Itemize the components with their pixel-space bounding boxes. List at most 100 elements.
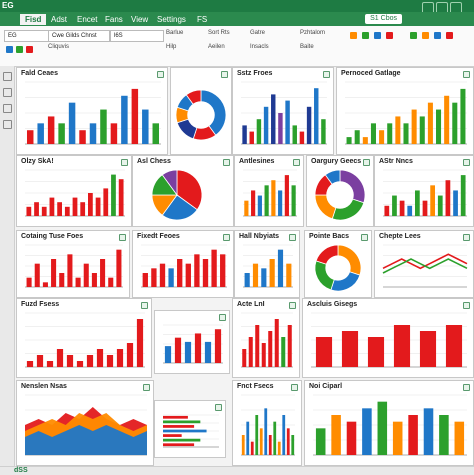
chart-panel[interactable]: Fuzd Fsess [16,298,152,378]
chart-panel[interactable]: Fixedt Feoes [132,230,234,298]
bar [248,337,253,367]
bar [277,249,284,287]
bar [255,325,260,367]
formula-box[interactable]: Cwe Gilds Chnst [48,30,110,42]
bar [214,329,222,363]
bar [277,441,281,455]
bar [268,435,272,455]
copy-icon[interactable] [16,46,23,53]
chart-panel[interactable]: Antlesines [234,155,304,227]
sort-icon[interactable] [386,32,393,39]
delete-icon[interactable] [446,32,453,39]
bar [453,190,458,216]
chart-panel[interactable]: Cotaing Tuse Foes [16,230,130,298]
chart-panel[interactable]: Ascluis Gisegs [302,298,474,378]
bar [274,319,279,367]
chart-panel[interactable] [154,400,226,458]
chart-panel[interactable]: AStr Nncs [374,155,474,227]
chart-panel[interactable]: Nenslen Nsas [16,380,154,466]
bar [437,195,443,216]
tab-fs[interactable]: FS [192,14,212,25]
ribbon-label[interactable]: Barlue [166,30,183,36]
bar [256,119,262,144]
bar [36,355,44,367]
ribbon-label[interactable]: Baite [300,44,314,50]
chart-canvas [314,244,362,292]
chart-panel[interactable]: Acte LnI [232,298,300,378]
ribbon-label[interactable]: Aeilen [208,44,225,50]
font-box[interactable]: l6S [110,30,164,42]
bar [163,415,188,419]
app-logo: ЕG [2,1,14,10]
donut-hole [187,101,215,129]
bar [287,325,292,367]
bar [292,125,297,144]
tab-settings[interactable]: Settings [152,14,191,25]
insert-icon[interactable] [434,32,441,39]
tab-view[interactable]: View [126,14,153,25]
style-icon[interactable] [422,32,429,39]
chart-panel[interactable]: Fald Ceaes [16,67,168,155]
shape-icon[interactable] [3,104,12,113]
tab-adst[interactable]: Adst [46,14,72,25]
chart-panel[interactable] [170,67,232,155]
filter-icon[interactable] [374,32,381,39]
chart-panel[interactable]: Sstz Froes [232,67,334,155]
bar [379,130,385,144]
tab-file[interactable]: Fisd [20,14,47,25]
tab-encet[interactable]: Encet [72,14,102,25]
bar [96,349,104,367]
format-icon[interactable] [410,32,417,39]
bar [291,435,295,455]
chart-canvas [241,81,327,145]
bar [142,109,149,144]
chart-canvas [25,81,161,145]
ribbon-label[interactable]: Sort Rts [208,30,230,36]
chart-panel[interactable]: Hall Nbyiats [234,230,300,298]
chart-icon[interactable] [350,32,357,39]
bar [252,263,259,287]
bar [264,185,269,216]
chart-panel[interactable]: Olzy SkA! [16,155,132,227]
bar [126,343,134,367]
bar [211,249,217,287]
ribbon-label[interactable]: Gatre [250,30,265,36]
chart-panel[interactable] [154,310,230,374]
chart-panel[interactable]: Pointe Bacs [304,230,372,298]
ribbon-label[interactable]: Pzhtalom [300,30,325,36]
tab-fans[interactable]: Fans [100,14,128,25]
table-icon[interactable] [362,32,369,39]
bar [163,425,195,428]
chart-panel[interactable]: Oargury Geecs [306,155,374,227]
chart-canvas [25,394,147,456]
bar [164,346,172,363]
chart-panel[interactable]: Asl Chess [132,155,234,227]
ribbon-label[interactable]: Cliquvis [48,44,69,50]
bar [142,273,148,287]
bar [58,123,65,144]
bar [83,263,89,287]
sheet-badge[interactable]: S1 Cbos [365,14,402,24]
bar [291,185,296,216]
text-icon[interactable] [3,120,12,129]
bar [314,88,319,144]
chart-panel[interactable]: Pernoced Gatlage [336,67,474,155]
bar [427,102,433,144]
cut-icon[interactable] [26,46,33,53]
bar [286,263,292,287]
chart-panel[interactable]: Fnct Fsecs [232,380,302,466]
pen-icon[interactable] [3,88,12,97]
name-box[interactable]: ЕG [4,30,50,42]
ribbon-label[interactable]: Insacls [250,44,269,50]
ribbon-label[interactable]: Hilp [166,44,176,50]
donut-hole [326,181,354,209]
bar [59,273,65,287]
bar [444,95,450,144]
chart-panel[interactable]: Chepte Lees [374,230,474,298]
paste-icon[interactable] [6,46,13,53]
bar [362,137,368,144]
bar [346,421,357,455]
chart-panel[interactable]: Noi Ciparl [304,380,474,466]
bar [26,361,34,367]
select-icon[interactable] [3,72,12,81]
